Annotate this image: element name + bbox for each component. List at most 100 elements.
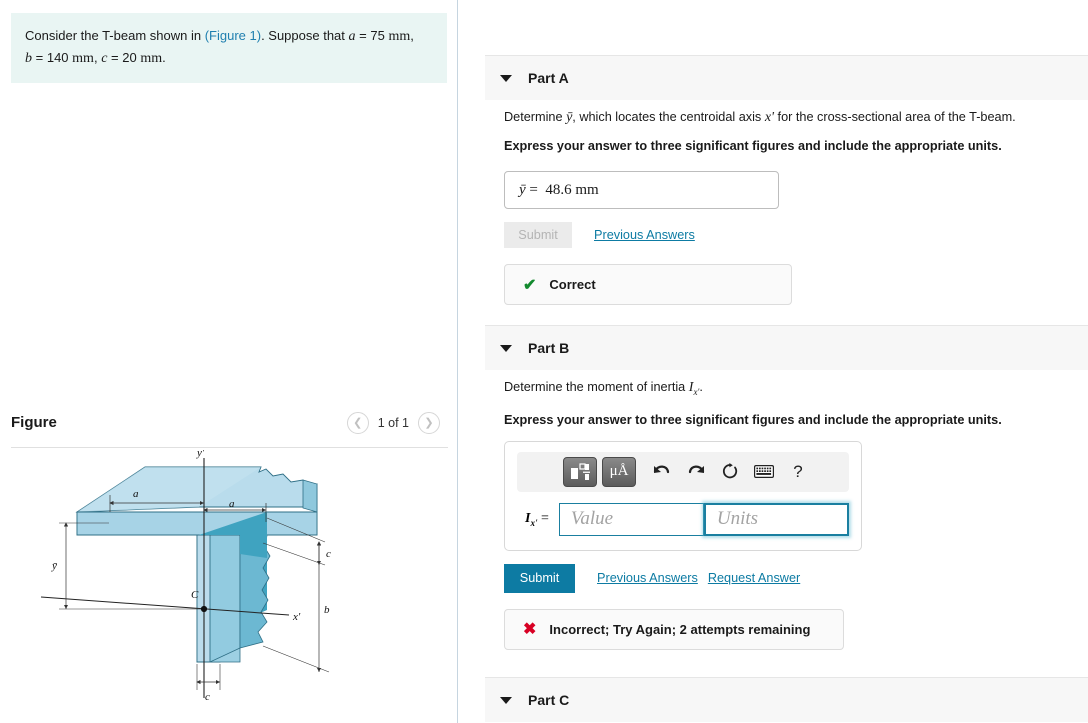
part-b-value-placeholder: Value	[570, 508, 614, 530]
part-a-answer-equals: =	[529, 181, 538, 198]
caret-down-icon[interactable]	[500, 344, 512, 352]
param-b-unit: mm	[72, 51, 94, 66]
figure-prev-button[interactable]: ❮	[346, 412, 369, 434]
figure-centroid-dot	[200, 605, 208, 613]
param-c-value: 20	[122, 50, 137, 65]
x-mark-icon: ✖	[523, 621, 537, 639]
part-b-units-placeholder: Units	[716, 508, 759, 530]
part-a-label: Part A	[528, 70, 569, 86]
part-c-label: Part C	[528, 692, 570, 708]
part-b-feedback-incorrect: ✖ Incorrect; Try Again; 2 attempts remai…	[504, 608, 844, 650]
figure-next-button[interactable]: ❯	[418, 412, 440, 434]
part-a-prompt-line1: Determine ȳ, which locates the centroida…	[504, 108, 1088, 127]
figure-dim-a-left: a	[133, 488, 139, 500]
part-b-button-row: Submit Previous Answers Request Answer	[504, 563, 1088, 593]
part-b-feedback-text: Incorrect; Try Again; 2 attempts remaini…	[549, 621, 811, 637]
t-beam-diagram: y' x' C a a ȳ c b c	[40, 447, 331, 703]
part-a-prompt-pre: Determine	[504, 110, 567, 124]
figure-dim-ybar: ȳ	[51, 560, 58, 572]
part-a-submit-button: Submit	[504, 222, 572, 248]
part-b-answer-row: Ix' = Value Units	[517, 502, 849, 536]
micro-angstrom-label: μÅ	[609, 463, 629, 480]
part-b-request-answer-link[interactable]: Request Answer	[708, 571, 800, 585]
part-a-body: Determine ȳ , which locates the centroida…	[504, 108, 1088, 305]
part-b-body: Determine the moment of inertia Ix'. Exp…	[504, 378, 1088, 650]
param-c-symbol: c	[101, 51, 108, 66]
micro-angstrom-icon[interactable]: μÅ	[602, 456, 636, 487]
question-text: Consider the T-beam shown in (Figure 1).…	[25, 25, 433, 69]
figure-panel-title: Figure	[11, 414, 57, 431]
param-c-equals: =	[111, 50, 119, 65]
part-b-submit-button[interactable]: Submit	[504, 563, 575, 593]
part-b-prompt-pre: Determine the moment of inertia	[504, 380, 689, 394]
param-a-unit: mm	[388, 29, 411, 44]
part-a-answer-content: ȳ = 48.6 mm	[519, 182, 599, 199]
part-b-lhs-equals: =	[540, 510, 549, 526]
part-b-prompt-inertia: Ix'	[689, 380, 700, 397]
param-a-symbol: a	[348, 29, 356, 44]
part-a-prompt-mid: , which locates the centroidal axis	[572, 110, 765, 124]
part-a-prompt-post: for the cross-sectional area of the T-be…	[774, 110, 1016, 124]
figure-canvas[interactable]: y' x' C a a ȳ c b c	[11, 447, 448, 723]
part-a-button-row: Submit Previous Answers	[504, 222, 1088, 248]
comma-2: ,	[93, 50, 98, 65]
param-b-value: 140	[46, 50, 69, 65]
part-b-label: Part B	[528, 340, 570, 356]
check-icon: ✔	[523, 276, 537, 294]
figure-x-axis-label: x'	[292, 611, 301, 623]
part-b-lhs-sub: x'	[530, 517, 538, 528]
comma-1: ,	[410, 28, 414, 43]
part-a-feedback-correct: ✔ Correct	[504, 264, 792, 305]
figure-header: Figure ❮ 1 of 1 ❯	[11, 410, 448, 444]
keyboard-icon[interactable]	[747, 457, 781, 487]
figure-dim-c-right: c	[326, 548, 331, 560]
part-a-prompt-axis: x'	[764, 110, 775, 125]
part-b-prompt-line1: Determine the moment of inertia Ix'.	[504, 378, 1088, 401]
reset-circle-icon[interactable]	[713, 457, 747, 487]
param-b-equals: =	[35, 50, 44, 65]
part-b-value-input[interactable]: Value	[558, 502, 704, 536]
caret-down-icon[interactable]	[500, 696, 512, 704]
redo-arrow-icon[interactable]	[679, 457, 713, 487]
part-a-feedback-text: Correct	[549, 277, 596, 292]
figure-y-axis-label: y'	[196, 450, 205, 459]
part-b-instruction: Express your answer to three significant…	[504, 412, 1002, 427]
part-b-units-input[interactable]: Units	[703, 502, 849, 536]
math-template-icon[interactable]	[563, 456, 597, 487]
param-a-equals: =	[359, 28, 367, 43]
figure-dim-b: b	[324, 604, 330, 616]
figure-dim-a-right: a	[229, 498, 235, 510]
part-a-answer-value: 48.6 mm	[545, 181, 599, 198]
figure-dim-c-bottom: c	[205, 691, 210, 703]
problem-page: Consider the T-beam shown in (Figure 1).…	[0, 0, 1088, 723]
undo-arrow-icon[interactable]	[645, 457, 679, 487]
help-question-label: ?	[793, 461, 803, 481]
figure-counter: 1 of 1	[377, 416, 409, 430]
part-a-instruction: Express your answer to three significant…	[504, 139, 1002, 153]
question-statement-box: Consider the T-beam shown in (Figure 1).…	[11, 13, 447, 83]
part-b-previous-answers-link[interactable]: Previous Answers	[597, 571, 698, 585]
part-a-header[interactable]: Part A	[485, 55, 1088, 100]
part-b-math-entry-widget: μÅ ? Ix' = Value Units	[504, 440, 862, 551]
param-a-value: 75	[370, 28, 385, 43]
part-b-header[interactable]: Part B	[485, 325, 1088, 370]
part-a-answer-symbol: ȳ	[519, 181, 526, 198]
math-toolbar: μÅ ?	[517, 451, 849, 492]
figure-navigation: ❮ 1 of 1 ❯	[346, 412, 440, 434]
param-b-symbol: b	[25, 51, 32, 66]
figure-1-link[interactable]: (Figure 1)	[205, 28, 261, 43]
param-c-unit: mm	[140, 51, 163, 66]
caret-down-icon[interactable]	[500, 74, 512, 82]
part-b-lhs: Ix' =	[525, 511, 549, 528]
period-1: .	[162, 50, 166, 65]
part-a-previous-answers-link[interactable]: Previous Answers	[594, 228, 695, 242]
part-c-header[interactable]: Part C	[485, 677, 1088, 722]
left-panel: Consider the T-beam shown in (Figure 1).…	[0, 0, 458, 723]
help-question-icon[interactable]: ?	[781, 457, 815, 487]
part-b-prompt-post: .	[699, 380, 703, 394]
question-lead: Consider the T-beam shown in	[25, 28, 202, 43]
figure-divider	[11, 447, 448, 448]
question-suppose: . Suppose that	[261, 28, 345, 43]
part-a-answer-input[interactable]: ȳ = 48.6 mm	[504, 171, 779, 209]
right-panel: Part A Determine ȳ , which locates the ce…	[459, 0, 1088, 723]
